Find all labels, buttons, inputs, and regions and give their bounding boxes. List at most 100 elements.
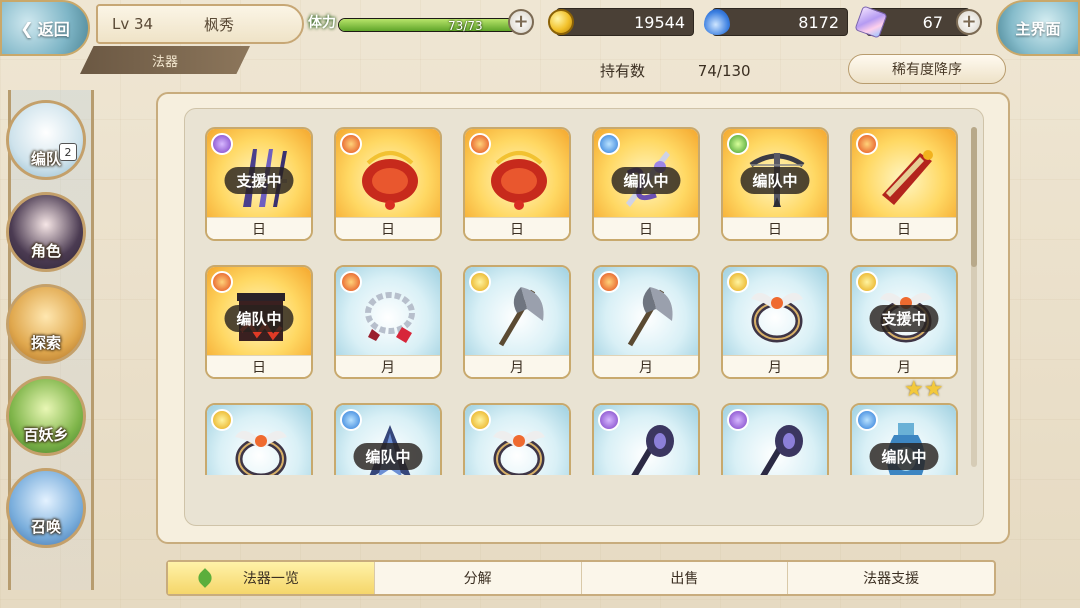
element-yellow-icon	[211, 409, 233, 431]
artifact-card[interactable]: 月	[592, 265, 700, 379]
dark-staff-icon	[745, 419, 809, 475]
nav-item-label: 召唤	[30, 518, 61, 536]
winged-ring-icon	[229, 419, 293, 475]
artifact-card[interactable]: 支援中日	[205, 127, 313, 241]
winged-ring-icon	[487, 419, 551, 475]
stamina-value: 73/73	[448, 19, 483, 33]
tab-label: 法器支援	[863, 571, 920, 587]
leaf-icon	[195, 568, 215, 588]
artifact-card[interactable]	[463, 403, 571, 475]
status-tag: 支援中	[869, 305, 939, 332]
artifact-card[interactable]: 日	[334, 127, 442, 241]
artifact-type-label: 月	[594, 355, 698, 377]
element-yellow-icon	[469, 271, 491, 293]
nav-item-label: 角色	[30, 242, 61, 260]
tab-decompose[interactable]: 分解	[375, 562, 582, 594]
artifact-type-label: 月	[723, 355, 827, 377]
nav-item-label: 探索	[30, 334, 61, 352]
grid-scrollbar[interactable]	[971, 127, 977, 467]
tab-label: 法器一览	[242, 571, 299, 587]
back-button[interactable]: ❮ 返回	[0, 0, 90, 56]
nav-item-team[interactable]: 2 编队	[6, 100, 86, 180]
left-nav: 2 编队 角色 探索 百妖乡 召唤	[0, 90, 100, 590]
artifact-type-label: 月	[336, 355, 440, 377]
element-purple-icon	[211, 133, 233, 155]
element-yellow-icon	[469, 409, 491, 431]
status-tag: 编队中	[353, 443, 423, 470]
player-card: Lv 34 枫秀	[96, 4, 304, 44]
tab-artifact-support[interactable]: 法器支援	[788, 562, 994, 594]
artifact-card[interactable]: 编队中日	[205, 265, 313, 379]
element-red-icon	[469, 133, 491, 155]
artifact-card[interactable]: 编队中	[850, 403, 958, 475]
section-title: 法器	[80, 46, 250, 74]
artifact-card[interactable]: 日	[850, 127, 958, 241]
scrollbar-thumb[interactable]	[971, 127, 977, 267]
sort-button[interactable]: 稀有度降序	[848, 54, 1006, 84]
artifact-type-label: 日	[207, 217, 311, 239]
element-blue-icon	[340, 409, 362, 431]
artifact-grid-area[interactable]: 支援中日日日编队中日编队中日日编队中日月月月月支援中月编队中 编队中 ★★	[184, 108, 984, 526]
holding-label: 持有数	[600, 62, 646, 80]
artifact-card[interactable]	[205, 403, 313, 475]
artifact-type-label: 日	[207, 355, 311, 377]
chain-bracelet-icon	[358, 281, 422, 349]
back-arrow-icon: ❮	[20, 18, 34, 38]
status-tag: 支援中	[224, 167, 294, 194]
winged-ring-icon	[745, 281, 809, 349]
stamina-label: 体力	[308, 15, 336, 31]
nav-item-summon[interactable]: 召唤	[6, 468, 86, 548]
stamina-bar	[338, 18, 518, 32]
player-level: Lv 34	[112, 15, 154, 33]
element-blue-icon	[856, 409, 878, 431]
artifact-card[interactable]	[721, 403, 829, 475]
status-tag: 编队中	[224, 305, 294, 332]
bottom-tabs: 法器一览 分解 出售 法器支援	[166, 560, 996, 596]
artifact-type-label: 日	[336, 217, 440, 239]
artifact-card[interactable]: 编队中日	[592, 127, 700, 241]
artifact-type-label: 日	[465, 217, 569, 239]
element-purple-icon	[598, 409, 620, 431]
element-blue-icon	[598, 133, 620, 155]
spirit-flame-icon	[704, 9, 730, 35]
artifact-card[interactable]: 日	[463, 127, 571, 241]
battle-axe-icon	[487, 281, 551, 349]
element-purple-icon	[727, 409, 749, 431]
red-dragon-artifact-icon	[358, 143, 422, 211]
gold-amount: 19544	[556, 8, 694, 36]
status-tag: 编队中	[869, 443, 939, 470]
artifact-card[interactable]: 编队中日	[721, 127, 829, 241]
artifact-card[interactable]: 月	[463, 265, 571, 379]
artifact-type-label: 日	[723, 217, 827, 239]
artifact-card[interactable]	[592, 403, 700, 475]
tab-label: 分解	[463, 571, 492, 587]
main-screen-button[interactable]: 主界面	[996, 0, 1080, 56]
artifact-card[interactable]: 月	[334, 265, 442, 379]
nav-item-explore[interactable]: 探索	[6, 284, 86, 364]
artifact-type-label: 日	[594, 217, 698, 239]
scroll-staff-icon	[874, 143, 938, 211]
team-count-badge: 2	[59, 143, 77, 161]
player-name: 枫秀	[204, 15, 235, 34]
add-gem-button[interactable]: +	[956, 9, 982, 35]
artifact-type-label: 月	[465, 355, 569, 377]
tab-sell[interactable]: 出售	[582, 562, 789, 594]
stamina-display: 体力 73/73	[308, 8, 534, 38]
artifact-card[interactable]: 编队中	[334, 403, 442, 475]
nav-item-character[interactable]: 角色	[6, 192, 86, 272]
element-red-icon	[340, 133, 362, 155]
artifact-type-label: 月	[852, 355, 956, 377]
artifact-type-label: 日	[852, 217, 956, 239]
nav-item-village[interactable]: 百妖乡	[6, 376, 86, 456]
holding-value: 74/130	[697, 62, 751, 80]
star-rating-icon: ★★	[904, 377, 944, 402]
element-yellow-icon	[856, 271, 878, 293]
status-tag: 编队中	[611, 167, 681, 194]
artifact-card[interactable]: 支援中月	[850, 265, 958, 379]
tab-artifact-list[interactable]: 法器一览	[168, 562, 375, 594]
add-stamina-button[interactable]: +	[508, 9, 534, 35]
element-yellow-icon	[727, 271, 749, 293]
artifact-grid: 支援中日日日编队中日编队中日日编队中日月月月月支援中月编队中 编队中 ★★	[185, 109, 983, 475]
artifact-card[interactable]: 月	[721, 265, 829, 379]
element-red-icon	[856, 133, 878, 155]
